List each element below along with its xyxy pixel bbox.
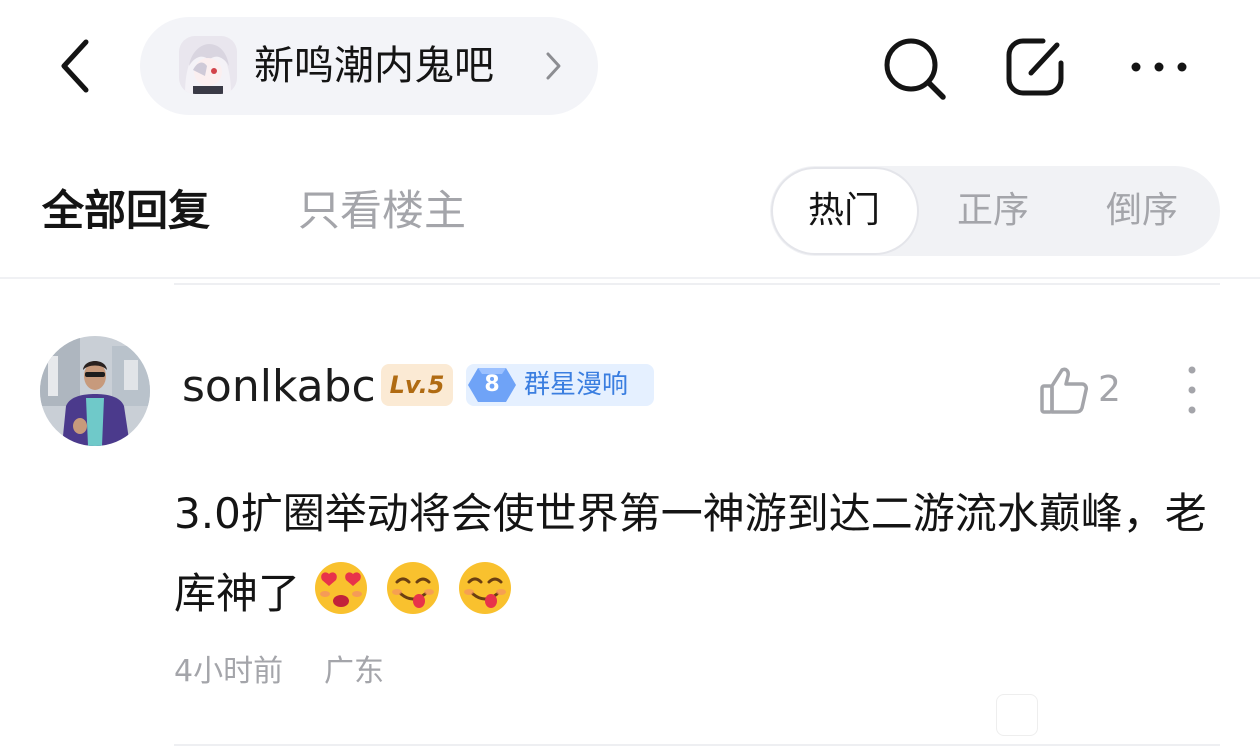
more-button[interactable]: [1126, 36, 1192, 102]
sort-descending[interactable]: 倒序: [1106, 187, 1178, 235]
more-icon: [1131, 62, 1187, 72]
chevron-right-icon: [540, 48, 566, 84]
forum-avatar[interactable]: [179, 36, 237, 94]
edit-button[interactable]: [1003, 33, 1069, 99]
sort-hot[interactable]: 热门: [808, 187, 880, 235]
comment-location: 广东: [324, 654, 384, 689]
watermark-icon: [996, 694, 1038, 736]
user-avatar[interactable]: [40, 336, 150, 446]
comment-text: 3.0扩圈举动将会使世界第一神游到达二游流水巅峰，老库神了: [174, 474, 1224, 634]
comment-time: 4小时前: [174, 654, 284, 689]
comment-more-button[interactable]: [1180, 364, 1204, 416]
divider: [174, 744, 1220, 746]
sort-ascending[interactable]: 正序: [957, 187, 1029, 235]
level-badge: Lv.5: [381, 364, 453, 406]
fans-level: 8: [484, 372, 500, 397]
search-button[interactable]: [881, 35, 947, 101]
fans-group-name: 群星漫响: [524, 370, 629, 400]
back-icon: [61, 39, 89, 93]
back-button[interactable]: [52, 36, 102, 96]
divider: [0, 277, 1260, 279]
forum-name[interactable]: 新鸣潮内鬼吧: [254, 40, 494, 92]
tab-host-only[interactable]: 只看楼主: [298, 184, 466, 238]
like-count: 2: [1098, 369, 1121, 410]
thumbs-up-icon: [1040, 367, 1088, 414]
yum-emoji-icon: [457, 560, 513, 616]
search-icon: [884, 38, 946, 100]
tab-all-replies[interactable]: 全部回复: [42, 184, 210, 238]
username[interactable]: sonlkabc: [182, 360, 376, 414]
edit-icon: [1006, 38, 1064, 96]
vertical-more-icon: [1188, 366, 1196, 414]
like-button[interactable]: [1038, 364, 1090, 416]
heart-eyes-emoji-icon: [313, 560, 369, 616]
divider: [174, 283, 1220, 285]
yum-emoji-icon: [385, 560, 441, 616]
